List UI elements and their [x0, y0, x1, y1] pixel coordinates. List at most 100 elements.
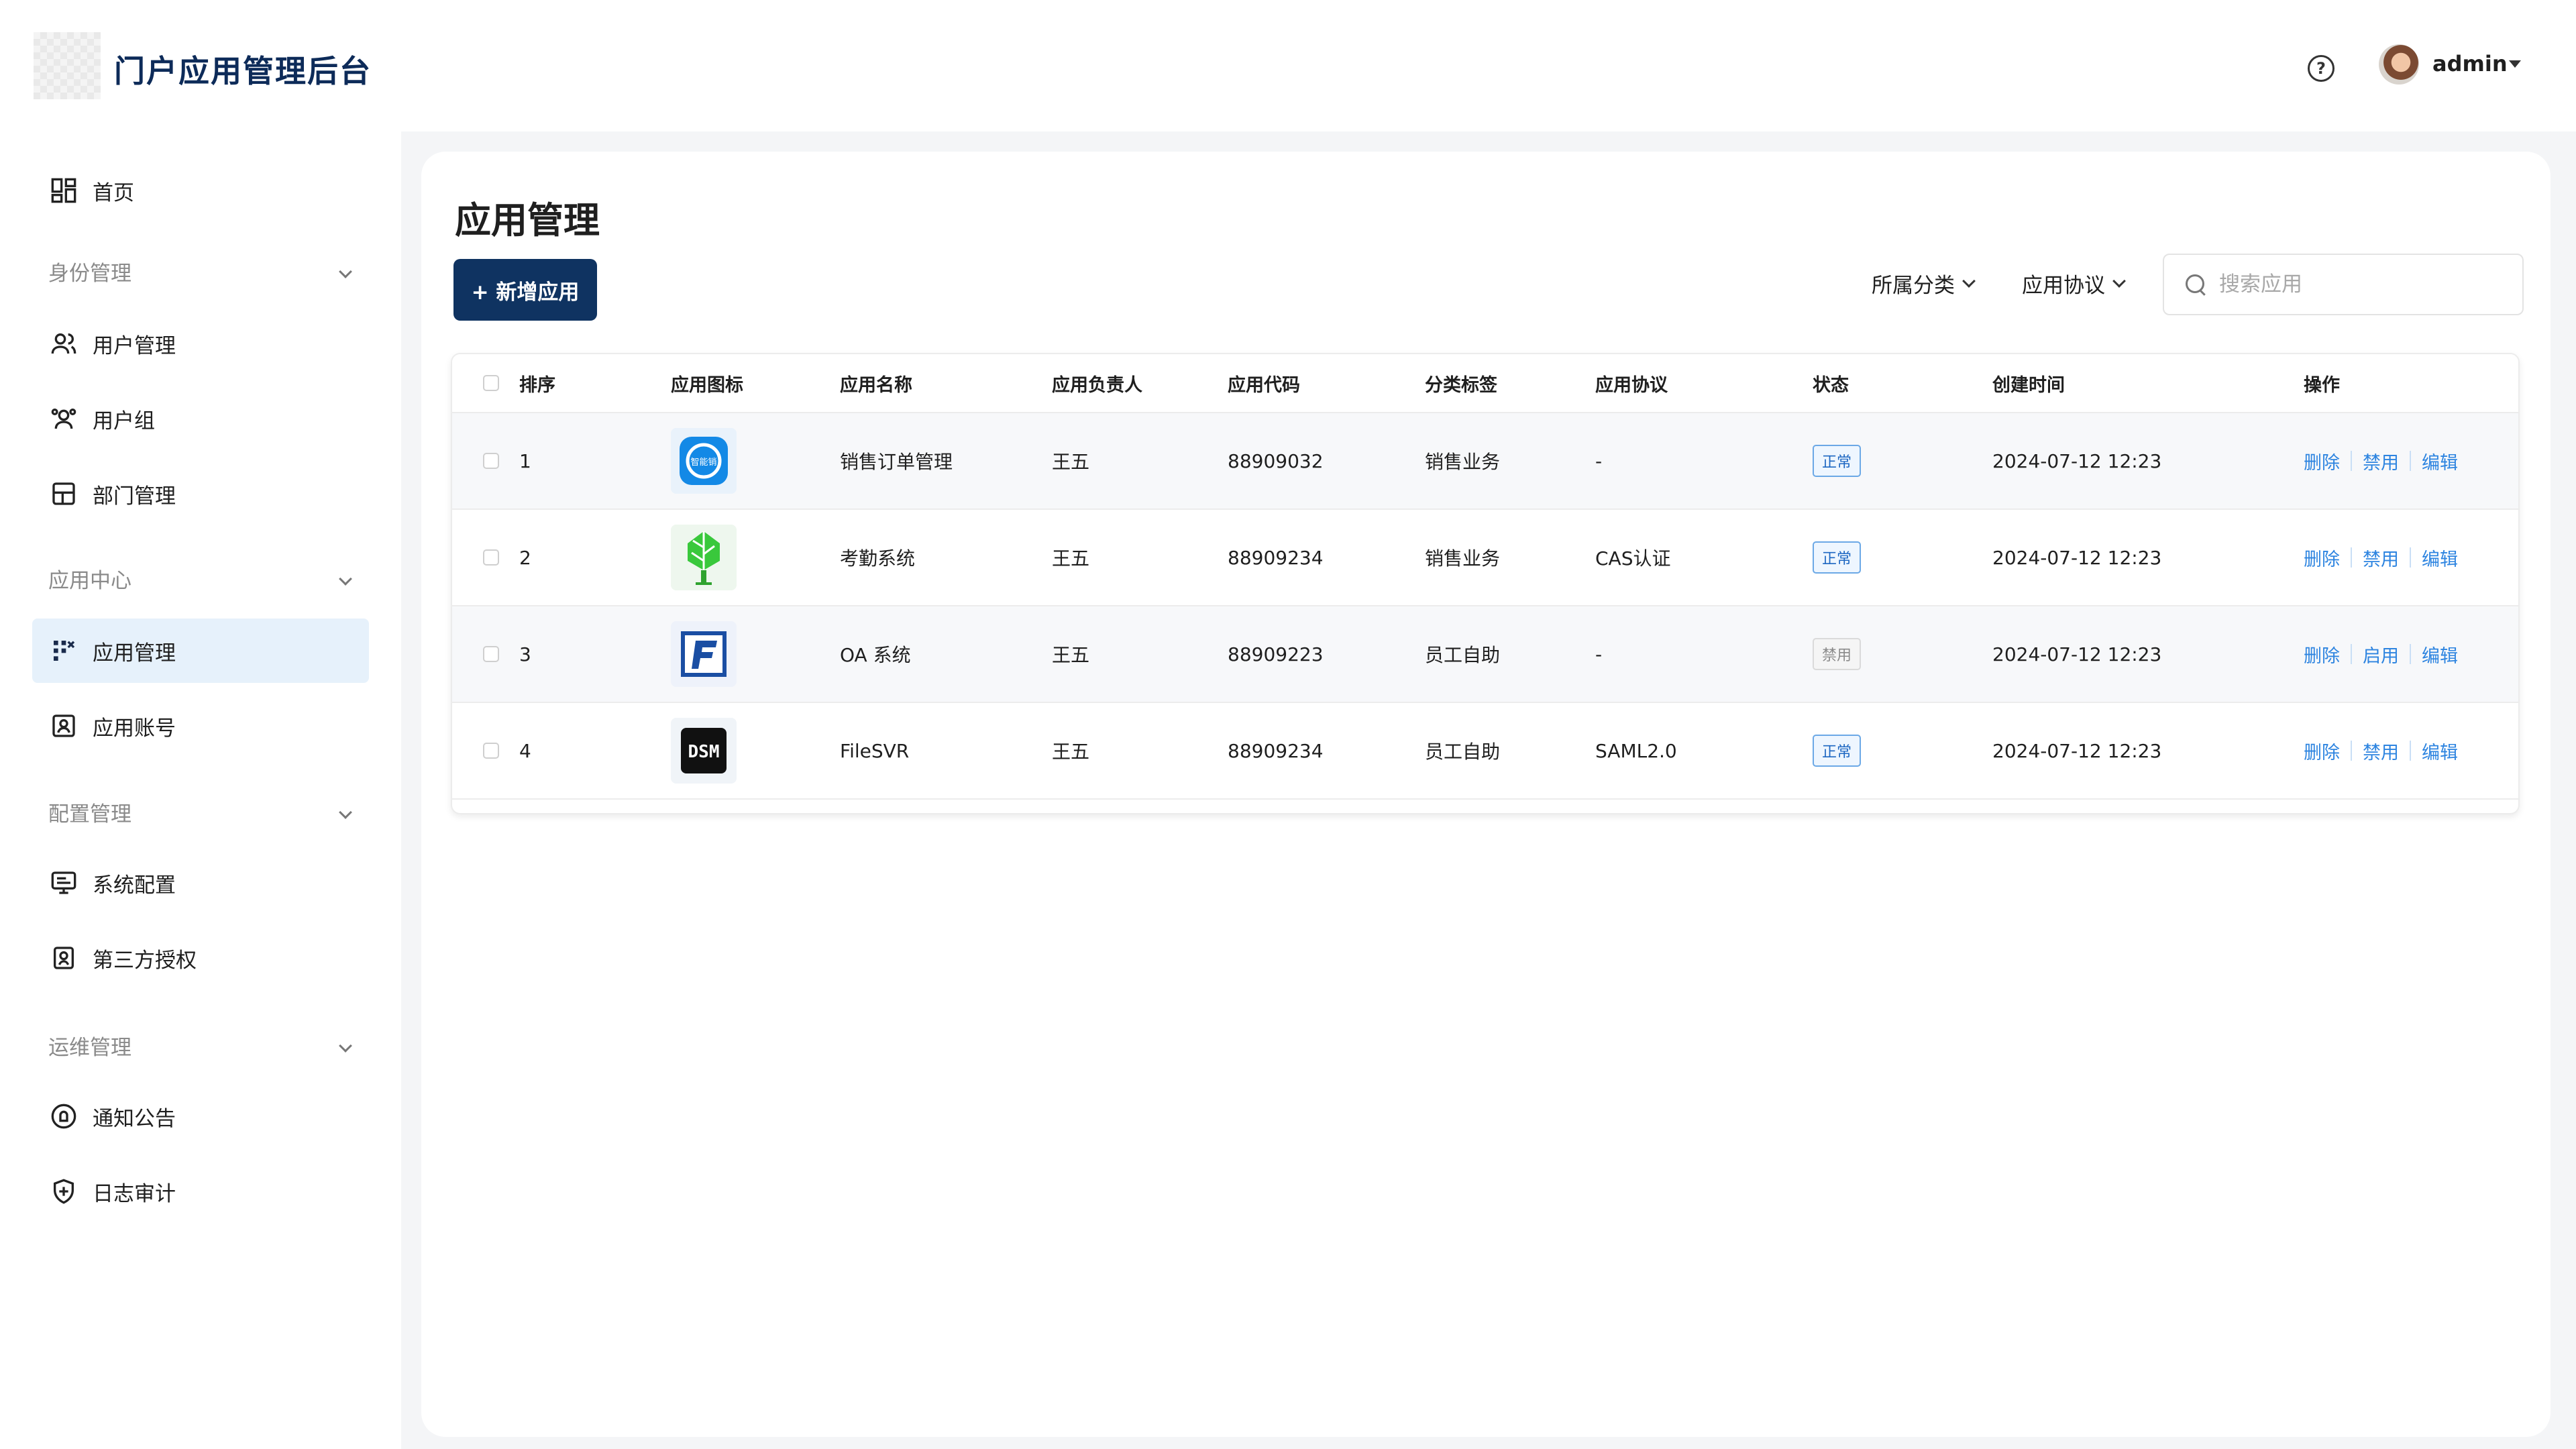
- table-row[interactable]: 4 DSM FileSVR 王五 88909234 员工自助 SAML2.0 正…: [452, 703, 2518, 800]
- col-name: 应用名称: [840, 374, 912, 396]
- app-title: 门户应用管理后台: [114, 53, 372, 89]
- col-code: 应用代码: [1228, 374, 1300, 396]
- add-app-button[interactable]: + 新增应用: [453, 259, 597, 321]
- status-badge: 禁用: [1813, 638, 1862, 670]
- sidebar: 首页 身份管理 用户管理 用户组 部门管理 应用中心 应用管理 应用账号 配置管…: [0, 131, 401, 1449]
- sidebar-item-sys-config[interactable]: 系统配置: [32, 851, 369, 915]
- sidebar-item-notice[interactable]: 通知公告: [32, 1084, 369, 1148]
- cell-created: 2024-07-12 12:23: [1992, 643, 2162, 665]
- table-row[interactable]: 3 OA 系统 王五 88909223 员工自助 - 禁用 2024-07-12…: [452, 606, 2518, 703]
- cell-name[interactable]: FileSVR: [840, 703, 909, 798]
- cell-code: 88909032: [1228, 449, 1324, 472]
- col-order[interactable]: 排序: [519, 354, 555, 412]
- cell-order: 4: [519, 739, 531, 762]
- chevron-down-icon: [2112, 274, 2126, 288]
- chevron-down-icon: [339, 805, 352, 819]
- caret-down-icon[interactable]: [2509, 60, 2521, 68]
- edit-link[interactable]: 编辑: [2422, 448, 2458, 474]
- shield-icon: [50, 1177, 78, 1205]
- col-icon: 应用图标: [671, 374, 743, 396]
- edit-link[interactable]: 编辑: [2422, 738, 2458, 764]
- sidebar-item-app-mgmt[interactable]: 应用管理: [32, 619, 369, 683]
- chevron-down-icon: [339, 572, 352, 586]
- select-all-checkbox[interactable]: [483, 375, 499, 391]
- col-owner: 应用负责人: [1052, 374, 1142, 396]
- apps-grid-icon: [50, 637, 78, 665]
- col-ops: 操作: [2304, 374, 2340, 396]
- toggle-link[interactable]: 禁用: [2363, 738, 2399, 764]
- search-icon: [2184, 273, 2207, 296]
- table-row[interactable]: 2 考勤系统 王五 88909234 销售业务 CAS认证 正常 2024-07…: [452, 510, 2518, 606]
- app-icon-green-tree: [671, 525, 737, 590]
- question-circle-icon[interactable]: ?: [2308, 55, 2334, 82]
- app-icon-label: DSM: [688, 742, 720, 762]
- sidebar-group-label: 配置管理: [48, 802, 131, 826]
- sidebar-item-dept-mgmt[interactable]: 部门管理: [32, 462, 369, 526]
- sidebar-group-label: 身份管理: [48, 262, 131, 286]
- cell-code: 88909234: [1228, 546, 1324, 569]
- table-row[interactable]: 1 智能销 销售订单管理 王五 88909032 销售业务 - 正常 2024-…: [452, 413, 2518, 510]
- delete-link[interactable]: 删除: [2304, 738, 2340, 764]
- sidebar-group-app-center[interactable]: 应用中心: [48, 564, 357, 594]
- toggle-link[interactable]: 启用: [2363, 641, 2399, 667]
- row-checkbox[interactable]: [483, 743, 499, 759]
- toggle-link[interactable]: 禁用: [2363, 545, 2399, 571]
- sidebar-item-third-party[interactable]: 第三方授权: [32, 926, 369, 990]
- delete-link[interactable]: 删除: [2304, 641, 2340, 667]
- app-icon-label: 智能销: [690, 458, 716, 468]
- delete-link[interactable]: 删除: [2304, 448, 2340, 474]
- logo-placeholder: [34, 32, 101, 99]
- app-icon-dsm: DSM: [671, 718, 737, 784]
- sidebar-item-label: 应用管理: [93, 641, 176, 665]
- row-checkbox[interactable]: [483, 453, 499, 469]
- edit-link[interactable]: 编辑: [2422, 641, 2458, 667]
- delete-link[interactable]: 删除: [2304, 545, 2340, 571]
- col-status: 状态: [1813, 374, 1849, 396]
- cell-order: 1: [519, 449, 531, 472]
- id-badge-icon: [50, 944, 78, 972]
- user-group-icon: [50, 405, 78, 433]
- sidebar-group-label: 应用中心: [48, 569, 131, 593]
- sidebar-group-identity[interactable]: 身份管理: [48, 256, 357, 286]
- row-checkbox[interactable]: [483, 549, 499, 566]
- sidebar-item-home[interactable]: 首页: [32, 158, 369, 223]
- filter-protocol-dropdown[interactable]: 应用协议: [2022, 268, 2131, 299]
- sidebar-item-app-account[interactable]: 应用账号: [32, 694, 369, 758]
- row-checkbox[interactable]: [483, 646, 499, 662]
- sidebar-item-user-mgmt[interactable]: 用户管理: [32, 311, 369, 376]
- sidebar-item-label: 部门管理: [93, 484, 176, 508]
- edit-link[interactable]: 编辑: [2422, 545, 2458, 571]
- cell-protocol: -: [1595, 643, 1603, 665]
- sidebar-group-ops[interactable]: 运维管理: [48, 1030, 357, 1061]
- users-icon: [50, 329, 78, 358]
- cell-name[interactable]: OA 系统: [840, 606, 911, 702]
- cell-name[interactable]: 考勤系统: [840, 510, 915, 605]
- app-icon-blue-f: [671, 621, 737, 687]
- top-header: 门户应用管理后台 ? admin: [0, 0, 2576, 131]
- sidebar-item-label: 通知公告: [93, 1106, 176, 1131]
- cell-owner: 王五: [1052, 644, 1090, 666]
- page-title: 应用管理: [455, 199, 600, 241]
- cell-created: 2024-07-12 12:23: [1992, 449, 2162, 472]
- sidebar-item-log-audit[interactable]: 日志审计: [32, 1159, 369, 1224]
- bell-circle-icon: [50, 1102, 78, 1130]
- sidebar-item-user-group[interactable]: 用户组: [32, 386, 369, 451]
- toggle-link[interactable]: 禁用: [2363, 448, 2399, 474]
- filter-category-label: 所属分类: [1872, 274, 1955, 298]
- avatar[interactable]: [2379, 44, 2419, 85]
- cell-code: 88909234: [1228, 739, 1324, 762]
- col-tag: 分类标签: [1425, 374, 1497, 396]
- status-badge: 正常: [1813, 541, 1862, 574]
- cell-tag: 员工自助: [1425, 644, 1501, 666]
- search-input[interactable]: [2219, 272, 2514, 297]
- user-name[interactable]: admin: [2432, 51, 2508, 76]
- filter-category-dropdown[interactable]: 所属分类: [1872, 268, 1980, 299]
- cell-protocol: CAS认证: [1595, 547, 1671, 570]
- sidebar-item-label: 应用账号: [93, 716, 176, 741]
- cell-name[interactable]: 销售订单管理: [840, 413, 953, 508]
- dashboard-icon: [50, 176, 78, 205]
- filter-protocol-label: 应用协议: [2022, 274, 2105, 298]
- sidebar-item-label: 系统配置: [93, 873, 176, 898]
- sidebar-group-config[interactable]: 配置管理: [48, 797, 357, 827]
- search-box[interactable]: [2163, 254, 2524, 315]
